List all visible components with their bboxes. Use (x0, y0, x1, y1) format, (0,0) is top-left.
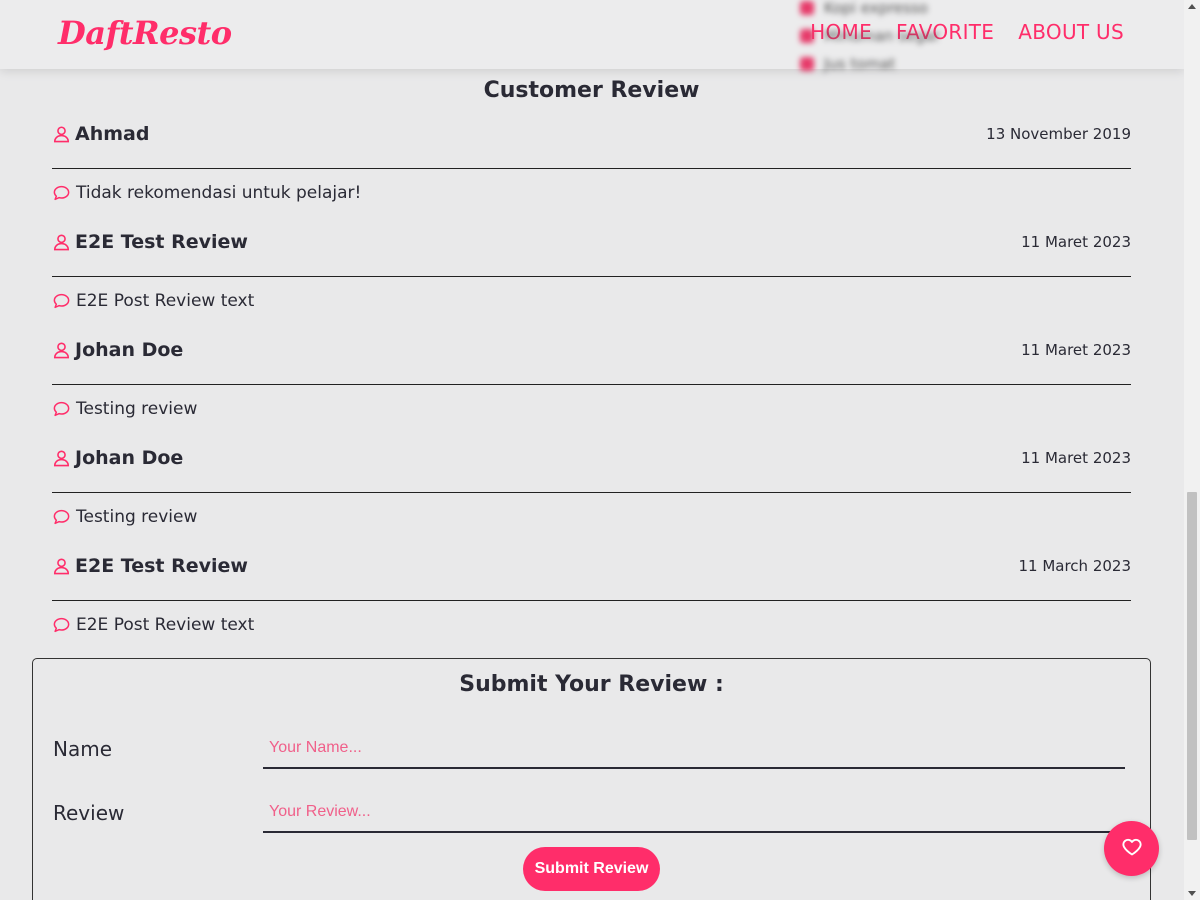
review-label: Review (53, 801, 125, 825)
reviewer-name: Ahmad (75, 123, 150, 145)
submit-review-button[interactable]: Submit Review (523, 847, 660, 891)
review-list: Ahmad 13 November 2019 Tidak rekomendasi u… (52, 123, 1131, 663)
review-row: Review (53, 793, 1125, 833)
scroll-thumb[interactable] (1187, 492, 1197, 840)
user-icon (52, 340, 71, 360)
review-form: Submit Your Review : Name Review Submit … (32, 658, 1151, 900)
brand-logo[interactable]: DaftResto (58, 14, 232, 52)
review-header: E2E Test Review 11 Maret 2023 (52, 231, 1131, 277)
review-date: 13 November 2019 (986, 125, 1131, 143)
review-date: 11 Maret 2023 (1021, 233, 1131, 251)
review-body: Testing review (52, 385, 1131, 447)
nav-home-link[interactable]: HOME (810, 20, 872, 44)
reviewer: Johan Doe (52, 339, 183, 361)
reviewer: E2E Test Review (52, 231, 248, 253)
review-item: Ahmad 13 November 2019 Tidak rekomendasi u… (52, 123, 1131, 231)
reviewer-name: Johan Doe (75, 339, 184, 361)
reviewer: Ahmad (52, 123, 149, 145)
scroll-down-arrow[interactable] (1188, 891, 1196, 896)
review-body: E2E Post Review text (52, 601, 1131, 663)
reviewer-name: E2E Test Review (75, 555, 248, 577)
review-text: Testing review (76, 399, 198, 419)
review-body: E2E Post Review text (52, 277, 1131, 339)
user-icon (52, 448, 71, 468)
reviews-section: Customer Review Ahmad 13 November 2019 Tid… (52, 78, 1131, 663)
review-text: Tidak rekomendasi untuk pelajar! (76, 183, 362, 203)
reviewer-name: E2E Test Review (75, 231, 248, 253)
review-text: E2E Post Review text (76, 615, 255, 635)
review-date: 11 Maret 2023 (1021, 341, 1131, 359)
review-text: E2E Post Review text (76, 291, 255, 311)
comment-icon (52, 400, 71, 418)
user-icon (52, 232, 71, 252)
review-body: Tidak rekomendasi untuk pelajar! (52, 169, 1131, 231)
review-item: Johan Doe 11 Maret 2023 Testing review (52, 339, 1131, 447)
form-title: Submit Your Review : (459, 672, 724, 697)
user-icon (52, 124, 71, 144)
scroll-up-arrow[interactable] (1188, 4, 1196, 9)
review-body: Testing review (52, 493, 1131, 555)
comment-icon (52, 184, 71, 202)
favorite-button[interactable] (1104, 821, 1159, 876)
reviewer-name: Johan Doe (75, 447, 184, 469)
review-item: E2E Test Review 11 Maret 2023 E2E Post Rev… (52, 231, 1131, 339)
name-row: Name (53, 729, 1125, 769)
review-text: Testing review (76, 507, 198, 527)
review-header: Johan Doe 11 Maret 2023 (52, 339, 1131, 385)
user-icon (52, 556, 71, 576)
name-input[interactable] (263, 729, 1125, 769)
review-header: Ahmad 13 November 2019 (52, 123, 1131, 169)
review-item: E2E Test Review 11 March 2023 E2E Post Rev… (52, 555, 1131, 663)
reviewer: Johan Doe (52, 447, 183, 469)
scrollbar[interactable] (1184, 0, 1200, 900)
navbar: DaftResto HOME FAVORITE ABOUT US (0, 0, 1184, 69)
nav-about-link[interactable]: ABOUT US (1018, 20, 1124, 44)
nav-menu: HOME FAVORITE ABOUT US (810, 20, 1124, 44)
comment-icon (52, 616, 71, 634)
review-date: 11 Maret 2023 (1021, 449, 1131, 467)
reviewer: E2E Test Review (52, 555, 248, 577)
review-header: Johan Doe 11 Maret 2023 (52, 447, 1131, 493)
section-title: Customer Review (483, 78, 700, 103)
review-header: E2E Test Review 11 March 2023 (52, 555, 1131, 601)
review-item: Johan Doe 11 Maret 2023 Testing review (52, 447, 1131, 555)
heart-icon (1121, 837, 1142, 861)
comment-icon (52, 508, 71, 526)
nav-favorite-link[interactable]: FAVORITE (896, 20, 994, 44)
review-date: 11 March 2023 (1018, 557, 1131, 575)
name-label: Name (53, 737, 113, 761)
review-input[interactable] (263, 793, 1125, 833)
comment-icon (52, 292, 71, 310)
